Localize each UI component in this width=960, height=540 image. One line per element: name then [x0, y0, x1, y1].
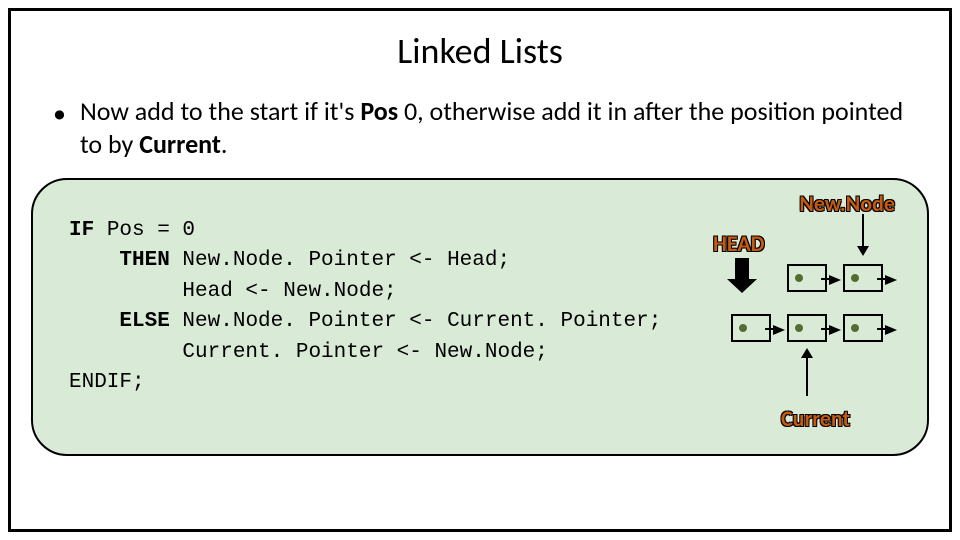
bullet-text: Now add to the start if it's Pos 0, othe… [80, 95, 929, 160]
code-l4b: New.Node. Pointer <- Current. Pointer; [170, 310, 661, 333]
pointer-arrow-icon [885, 275, 897, 285]
head-arrow-icon [727, 258, 757, 293]
bullet-bold-current: Current [139, 128, 221, 160]
newnode-arrow-icon [857, 214, 869, 256]
node-data-icon [851, 274, 859, 282]
bullet-prefix: Now add to the start if it's [80, 95, 360, 127]
node-data-icon [795, 274, 803, 282]
kw-else: ELSE [69, 310, 170, 333]
list-node [787, 314, 827, 342]
current-label: Current [781, 405, 850, 432]
current-arrow-icon [801, 348, 813, 396]
code-l5: Current. Pointer <- New.Node; [69, 341, 548, 364]
pointer-arrow-icon [885, 325, 897, 335]
code-l6: ENDIF; [69, 371, 145, 394]
slide-title: Linked Lists [31, 29, 929, 73]
code-l1b: Pos = 0 [94, 219, 195, 242]
bullet-item: • Now add to the start if it's Pos 0, ot… [31, 95, 929, 160]
code-panel: New.Node IF Pos = 0 THEN New.Node. Point… [31, 178, 929, 456]
code-l2b: New.Node. Pointer <- Head; [170, 249, 510, 272]
list-node [843, 264, 883, 292]
pointer-arrow-icon [773, 325, 785, 335]
kw-then: THEN [69, 249, 170, 272]
head-label: HEAD [713, 230, 765, 257]
node-data-icon [739, 324, 747, 332]
node-data-icon [795, 324, 803, 332]
node-data-icon [851, 324, 859, 332]
pointer-arrow-icon [829, 275, 841, 285]
slide-frame: Linked Lists • Now add to the start if i… [8, 8, 952, 532]
bullet-bold-pos: Pos [360, 95, 398, 127]
bullet-dot: • [53, 97, 66, 130]
newnode-label: New.Node [799, 190, 895, 217]
kw-if: IF [69, 219, 94, 242]
list-node [731, 314, 771, 342]
list-node [787, 264, 827, 292]
pointer-arrow-icon [829, 325, 841, 335]
code-l3: Head <- New.Node; [69, 280, 397, 303]
linked-list-diagram: HEAD [707, 222, 907, 432]
bullet-suffix: . [221, 128, 228, 160]
list-node [843, 314, 883, 342]
